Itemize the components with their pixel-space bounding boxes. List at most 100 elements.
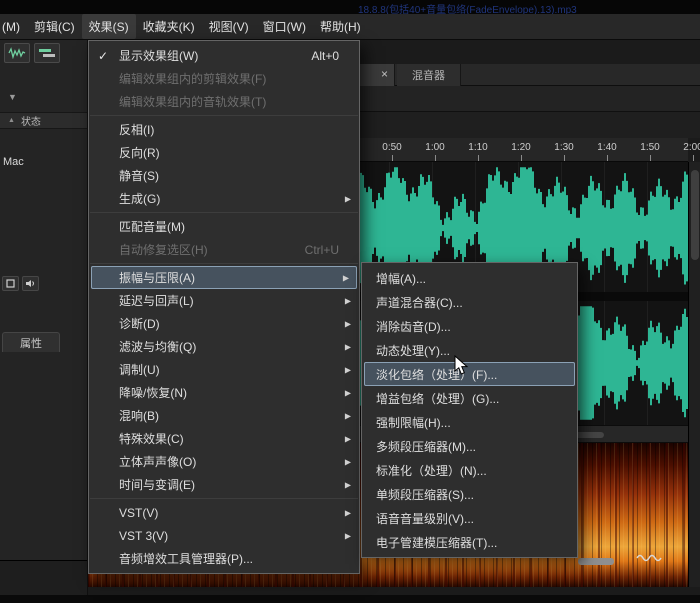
timeline-tick: [392, 155, 393, 161]
menu-separator: [90, 212, 358, 213]
submenu-arrow-icon: ▶: [345, 434, 351, 443]
close-icon[interactable]: ×: [381, 67, 388, 81]
submenu-arrow-icon: ▶: [345, 319, 351, 328]
menu-item-reverse[interactable]: 反向(R): [89, 141, 359, 164]
submenu-item-multiband-compressor[interactable]: 多频段压缩器(M)...: [362, 434, 577, 458]
multitrack-icon: [38, 47, 56, 59]
dropdown-caret-icon[interactable]: ▼: [8, 92, 17, 102]
speaker-icon: [25, 279, 36, 288]
files-panel-toolbar: [4, 43, 60, 63]
preview-controls: [2, 276, 39, 291]
submenu-item-amplify[interactable]: 增幅(A)...: [362, 266, 577, 290]
mouse-cursor: [454, 355, 470, 377]
properties-tab-label: 属性: [20, 335, 42, 351]
submenu-arrow-icon: ▶: [345, 388, 351, 397]
tab-properties[interactable]: 属性: [2, 332, 60, 352]
menu-item-time-pitch[interactable]: 时间与变调(E) ▶: [89, 473, 359, 496]
title-bar: 18.8.8(包括40+音量包络(FadeEnvelope).13).mp3: [0, 0, 700, 14]
menubar-item-file[interactable]: (M): [0, 16, 27, 38]
menu-item-plugin-manager[interactable]: 音频增效工具管理器(P)...: [89, 547, 359, 570]
menu-item-match-volume[interactable]: 匹配音量(M): [89, 215, 359, 238]
menubar-item-clip[interactable]: 剪辑(C): [27, 14, 82, 39]
timeline-tick-label: 1:40: [597, 142, 616, 153]
submenu-arrow-icon: ▶: [345, 342, 351, 351]
menu-item-stereo-imagery[interactable]: 立体声声像(O) ▶: [89, 450, 359, 473]
submenu-item-channel-mixer[interactable]: 声道混合器(C)...: [362, 290, 577, 314]
menu-separator: [90, 263, 358, 264]
scrollbar-handle[interactable]: [691, 170, 699, 260]
zoom-scrollbar[interactable]: [578, 558, 614, 565]
submenu-item-gain-envelope[interactable]: 增益包络（处理）(G)...: [362, 386, 577, 410]
menu-item-modulation[interactable]: 调制(U) ▶: [89, 358, 359, 381]
check-icon: ✓: [98, 49, 108, 63]
submenu-item-hard-limiter[interactable]: 强制限幅(H)...: [362, 410, 577, 434]
speaker-button[interactable]: [22, 276, 39, 291]
submenu-arrow-icon: ▶: [345, 457, 351, 466]
submenu-item-deesser[interactable]: 消除齿音(D)...: [362, 314, 577, 338]
auto-play-button[interactable]: [2, 276, 19, 291]
vertical-scrollbar[interactable]: [688, 162, 700, 587]
files-panel: ▼ ▲ 状态 Mac 属性: [0, 40, 88, 603]
amplitude-compression-submenu: 增幅(A)... 声道混合器(C)... 消除齿音(D)... 动态处理(Y).…: [361, 262, 578, 558]
menu-item-reverb[interactable]: 混响(B) ▶: [89, 404, 359, 427]
file-list-item[interactable]: Mac: [3, 156, 24, 168]
timeline-tick: [607, 155, 608, 161]
menu-separator: [90, 498, 358, 499]
menu-item-filter-eq[interactable]: 滤波与均衡(Q) ▶: [89, 335, 359, 358]
submenu-arrow-icon: ▶: [343, 273, 349, 282]
waveform-view-button[interactable]: [4, 43, 30, 63]
submenu-arrow-icon: ▶: [345, 296, 351, 305]
multitrack-view-button[interactable]: [34, 43, 60, 63]
submenu-item-normalize[interactable]: 标准化（处理）(N)...: [362, 458, 577, 482]
submenu-arrow-icon: ▶: [345, 531, 351, 540]
submenu-item-single-band-compressor[interactable]: 单频段压缩器(S)...: [362, 482, 577, 506]
menubar-item-effects[interactable]: 效果(S): [82, 14, 136, 39]
menu-item-amplitude-compression[interactable]: 振幅与压限(A) ▶: [91, 266, 357, 289]
menu-item-invert[interactable]: 反相(I): [89, 118, 359, 141]
menu-item-vst3[interactable]: VST 3(V) ▶: [89, 524, 359, 547]
menu-item-delay-echo[interactable]: 延迟与回声(L) ▶: [89, 289, 359, 312]
submenu-arrow-icon: ▶: [345, 194, 351, 203]
menubar-item-favorites[interactable]: 收藏夹(K): [136, 14, 202, 39]
tab-mixer[interactable]: 混音器: [397, 64, 461, 86]
menubar-item-window[interactable]: 窗口(W): [256, 14, 313, 39]
menubar-item-help[interactable]: 帮助(H): [313, 14, 368, 39]
mixer-tab-label: 混音器: [412, 67, 445, 83]
submenu-arrow-icon: ▶: [345, 508, 351, 517]
submenu-arrow-icon: ▶: [345, 480, 351, 489]
timeline-tick: [435, 155, 436, 161]
timeline-tick: [650, 155, 651, 161]
audition-window: 18.8.8(包括40+音量包络(FadeEnvelope).13).mp3 (…: [0, 0, 700, 603]
menu-bar: (M) 剪辑(C) 效果(S) 收藏夹(K) 视图(V) 窗口(W) 帮助(H): [0, 14, 700, 40]
submenu-arrow-icon: ▶: [345, 411, 351, 420]
timeline-tick-label: 0:50: [382, 142, 401, 153]
scroll-squiggle-icon[interactable]: [636, 552, 662, 564]
sort-arrow-icon: ▲: [8, 117, 15, 124]
status-column-header: 状态: [21, 113, 41, 128]
menu-item-noise-reduction[interactable]: 降噪/恢复(N) ▶: [89, 381, 359, 404]
timeline-tick-label: 1:00: [425, 142, 444, 153]
submenu-item-speech-volume-leveler[interactable]: 语音音量级别(V)...: [362, 506, 577, 530]
timeline-tick: [693, 155, 694, 161]
menu-item-silence[interactable]: 静音(S): [89, 164, 359, 187]
waveform-icon: [8, 47, 26, 59]
menu-separator: [90, 115, 358, 116]
menu-item-auto-heal[interactable]: 自动修复选区(H) Ctrl+U: [89, 238, 359, 261]
menu-item-edit-clip-effects[interactable]: 编辑效果组内的剪辑效果(F): [89, 67, 359, 90]
menu-item-vst[interactable]: VST(V) ▶: [89, 501, 359, 524]
timeline-tick: [564, 155, 565, 161]
files-list-header[interactable]: ▲ 状态: [0, 112, 87, 129]
timeline-tick-label: 1:10: [468, 142, 487, 153]
menu-item-edit-track-effects[interactable]: 编辑效果组内的音轨效果(T): [89, 90, 359, 113]
menu-item-generate[interactable]: 生成(G) ▶: [89, 187, 359, 210]
timeline-tick: [478, 155, 479, 161]
menubar-item-view[interactable]: 视图(V): [202, 14, 256, 39]
timeline-tick-label: 1:30: [554, 142, 573, 153]
submenu-item-tube-modeled-compressor[interactable]: 电子管建模压缩器(T)...: [362, 530, 577, 554]
menu-item-special-effects[interactable]: 特殊效果(C) ▶: [89, 427, 359, 450]
menu-item-show-effects-rack[interactable]: ✓ 显示效果组(W) Alt+0: [89, 44, 359, 67]
timeline-tick-label: 1:20: [511, 142, 530, 153]
timeline-tick-label: 1:50: [640, 142, 659, 153]
menu-item-diagnostics[interactable]: 诊断(D) ▶: [89, 312, 359, 335]
status-strip: [0, 595, 700, 603]
